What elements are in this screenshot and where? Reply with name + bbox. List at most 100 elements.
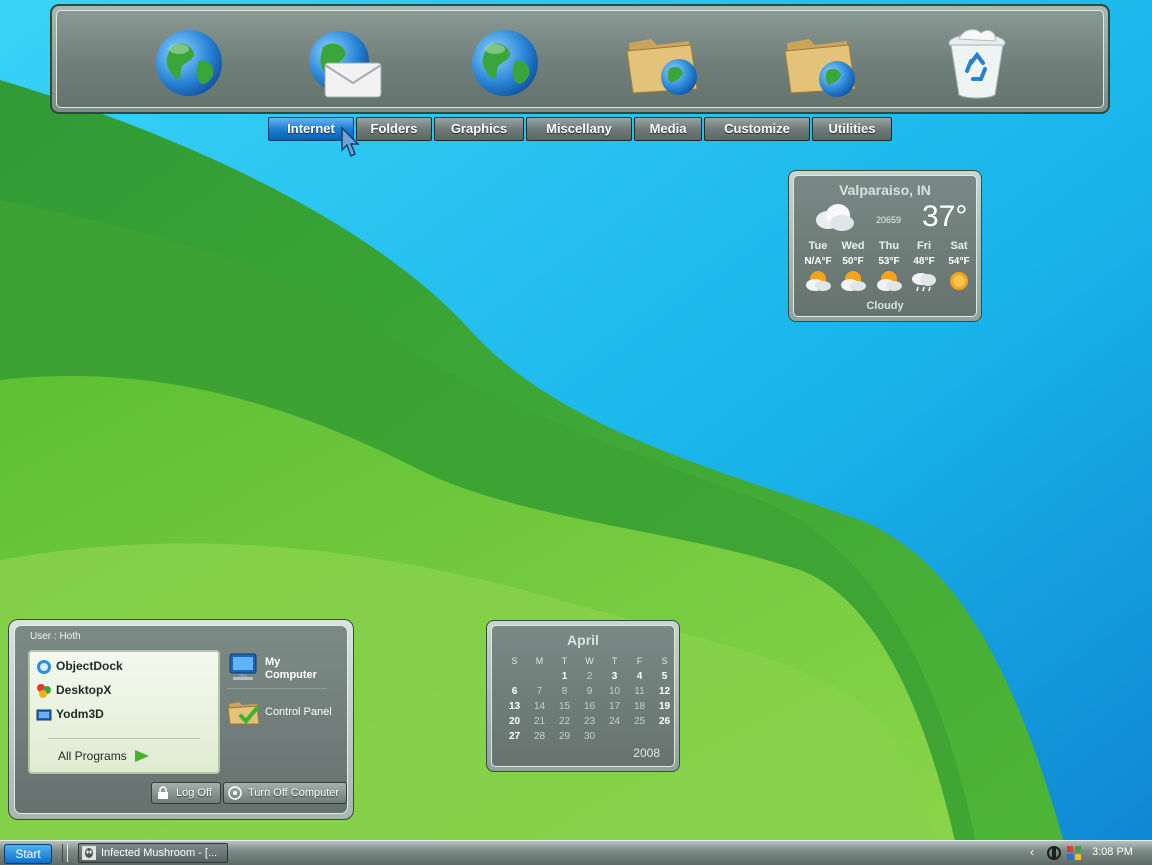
calendar-day[interactable]: 14: [527, 701, 552, 712]
forecast-temp: 48°F: [913, 256, 935, 267]
system-clock: 3:08 PM: [1092, 846, 1133, 858]
tab-utilities[interactable]: Utilities: [812, 117, 892, 141]
start-menu-widget: User : Hoth ObjectDock DesktopX Yodm3D A…: [8, 619, 354, 820]
weather-current-temp: 37°: [922, 200, 968, 233]
email-icon[interactable]: [305, 21, 385, 101]
forecast-day-name: Tue: [808, 240, 828, 252]
calendar-day[interactable]: 4: [627, 671, 652, 682]
log-off-label: Log Off: [176, 787, 212, 799]
calendar-day[interactable]: 2: [577, 671, 602, 682]
all-programs-link[interactable]: All Programs: [58, 746, 127, 766]
objectdock-bar: [50, 4, 1110, 114]
calendar-day[interactable]: 18: [627, 701, 652, 712]
calendar-day[interactable]: 21: [527, 716, 552, 727]
alien-app-icon: [82, 846, 96, 860]
control-panel-icon[interactable]: [227, 696, 261, 726]
calendar-day[interactable]: 7: [527, 686, 552, 697]
windows-flag-icon[interactable]: [1066, 845, 1082, 861]
mouse-cursor-icon: [341, 126, 360, 158]
tab-miscellany[interactable]: Miscellany: [526, 117, 632, 141]
weather-condition: Cloudy: [866, 300, 904, 312]
browser-globe-icon[interactable]: [465, 21, 545, 101]
calendar-day[interactable]: 19: [652, 701, 677, 712]
internet-globe-icon[interactable]: [149, 21, 229, 101]
calendar-day[interactable]: 22: [552, 716, 577, 727]
tab-folders[interactable]: Folders: [356, 117, 432, 141]
weather-widget: Valparaiso, IN 20659 37° Tue N/A°F Wed 5…: [788, 170, 982, 322]
calendar-day[interactable]: 25: [627, 716, 652, 727]
forecast-temp: 54°F: [948, 256, 970, 267]
objectdock-icon: [37, 659, 51, 674]
program-label: ObjectDock: [56, 659, 123, 673]
program-label: DesktopX: [56, 683, 112, 697]
calendar-day[interactable]: 12: [652, 686, 677, 697]
weather-panel: Valparaiso, IN 20659 37° Tue N/A°F Wed 5…: [793, 175, 977, 317]
program-list: ObjectDock DesktopX Yodm3D All Programs: [28, 650, 220, 774]
forecast-temp: N/A°F: [804, 256, 832, 267]
tab-media[interactable]: Media: [634, 117, 702, 141]
calendar-day[interactable]: 1: [552, 671, 577, 682]
calendar-day[interactable]: 8: [552, 686, 577, 697]
taskbar: Start Infected Mushroom - [... ‹ 3:08 PM: [0, 840, 1152, 865]
tray-app-icon[interactable]: [1046, 845, 1062, 861]
calendar-panel: April S M T W T F S 1 2 3 4 5 6 7 8 9 10 11 12 13 14 15 16 17 18…: [491, 625, 675, 767]
calendar-day[interactable]: 26: [652, 716, 677, 727]
control-panel-label[interactable]: Control Panel: [265, 706, 332, 718]
my-computer-label-line2[interactable]: Computer: [265, 669, 317, 681]
forecast-day: Fri 48°F: [906, 240, 942, 293]
calendar-day[interactable]: 24: [602, 716, 627, 727]
calendar-day[interactable]: 30: [577, 731, 602, 742]
task-label: Infected Mushroom - [...: [101, 847, 218, 859]
calendar-day[interactable]: 28: [527, 731, 552, 742]
taskbar-grip[interactable]: [62, 844, 68, 862]
my-computer-icon[interactable]: [227, 652, 261, 682]
list-divider: [48, 738, 200, 739]
calendar-day[interactable]: 3: [602, 671, 627, 682]
calendar-day[interactable]: 15: [552, 701, 577, 712]
calendar-day[interactable]: 20: [502, 716, 527, 727]
calendar-widget: April S M T W T F S 1 2 3 4 5 6 7 8 9 10 11 12 13 14 15 16 17 18…: [486, 620, 680, 772]
calendar-day[interactable]: 13: [502, 701, 527, 712]
calendar-day[interactable]: 11: [627, 686, 652, 697]
shared-folder-icon[interactable]: [781, 21, 861, 101]
tray-expand-button[interactable]: ‹: [1030, 845, 1034, 859]
sun-icon: [950, 272, 968, 290]
weather-city: Valparaiso, IN: [839, 182, 931, 198]
turn-off-label: Turn Off Computer: [248, 787, 340, 799]
calendar-year: 2008: [633, 746, 660, 760]
calendar-day[interactable]: 17: [602, 701, 627, 712]
start-button[interactable]: Start: [4, 844, 52, 864]
power-icon: [228, 786, 242, 800]
turn-off-computer-button[interactable]: Turn Off Computer: [223, 782, 347, 804]
calendar-day[interactable]: 6: [502, 686, 527, 697]
user-label: User : Hoth: [30, 631, 81, 642]
calendar-day[interactable]: 16: [577, 701, 602, 712]
program-label: Yodm3D: [56, 707, 104, 721]
lock-icon: [158, 786, 168, 799]
calendar-weekday: F: [636, 656, 643, 666]
calendar-day[interactable]: 10: [602, 686, 627, 697]
my-computer-label-line1[interactable]: My: [265, 656, 280, 668]
log-off-button[interactable]: Log Off: [151, 782, 221, 804]
calendar-day[interactable]: 29: [552, 731, 577, 742]
calendar-month: April: [567, 632, 599, 648]
calendar-day[interactable]: 5: [652, 671, 677, 682]
program-objectdock[interactable]: ObjectDock: [36, 656, 123, 676]
program-yodm3d[interactable]: Yodm3D: [36, 704, 104, 724]
network-folder-icon[interactable]: [623, 21, 703, 101]
tab-customize[interactable]: Customize: [704, 117, 810, 141]
cloudy-icon: [816, 204, 854, 231]
calendar-day[interactable]: 23: [577, 716, 602, 727]
program-desktopx[interactable]: DesktopX: [36, 680, 111, 700]
partly-cloudy-icon: [877, 271, 902, 291]
recycle-bin-icon[interactable]: [937, 21, 1017, 101]
desktopx-icon: [37, 683, 51, 698]
tab-graphics[interactable]: Graphics: [434, 117, 524, 141]
calendar-day[interactable]: 27: [502, 731, 527, 742]
play-arrow-icon[interactable]: [134, 749, 150, 763]
task-button-infected-mushroom[interactable]: Infected Mushroom - [...: [78, 843, 228, 863]
calendar-weekday: T: [561, 656, 568, 666]
partly-cloudy-icon: [841, 271, 866, 291]
calendar-day[interactable]: 9: [577, 686, 602, 697]
forecast-temp: 53°F: [878, 256, 900, 267]
